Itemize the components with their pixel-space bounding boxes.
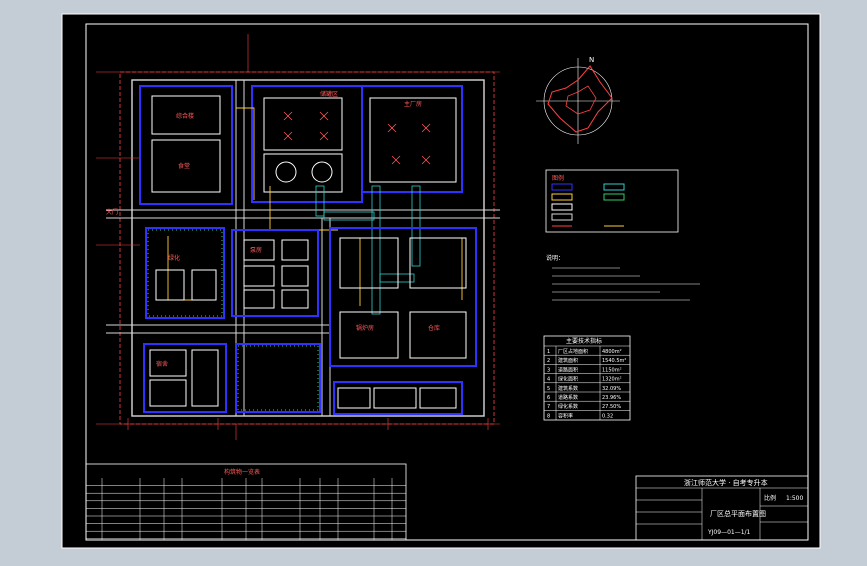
title-number: YJ09—01—1/1 — [707, 529, 751, 536]
label-store: 仓库 — [428, 324, 440, 332]
label-workshop: 主厂房 — [404, 100, 422, 108]
label-tank: 储罐区 — [320, 90, 338, 98]
tech-cell: 1320m² — [602, 377, 622, 383]
title-scale-value: 1:500 — [786, 495, 803, 502]
tech-cell: 32.09% — [602, 386, 621, 392]
tech-cell: 5 — [547, 386, 550, 392]
tech-cell: 2 — [547, 358, 550, 364]
tech-cell: 厂区占地面积 — [558, 348, 588, 355]
label-green: 绿化 — [168, 254, 180, 262]
tech-cell: 绿化系数 — [558, 403, 578, 410]
label-boiler: 锅炉房 — [356, 324, 374, 332]
title-scale-label: 比例 — [764, 494, 776, 502]
struct-table-title: 构筑物一览表 — [224, 468, 260, 476]
tech-cell: 8 — [547, 413, 550, 419]
tech-cell: 绿化面积 — [558, 376, 578, 383]
tech-cell: 1 — [547, 349, 550, 355]
tech-cell: 道路系数 — [558, 394, 578, 401]
tech-cell: 建筑系数 — [558, 385, 578, 392]
tech-cell: 道路面积 — [558, 366, 578, 373]
north-label: N — [589, 56, 594, 64]
tech-cell: 建筑面积 — [558, 357, 578, 364]
tech-cell: 6 — [547, 395, 550, 401]
tech-cell: 27.50% — [602, 404, 621, 410]
label-canteen: 食堂 — [178, 162, 190, 170]
title-org: 浙江师范大学 · 自考专升本 — [684, 478, 768, 487]
tech-cell: 容积率 — [558, 412, 573, 419]
label-pump: 泵房 — [250, 246, 262, 254]
tech-cell: 4800m² — [602, 349, 622, 355]
tech-cell: 7 — [547, 404, 550, 410]
tech-cell: 23.96% — [602, 395, 621, 401]
legend-title: 图例 — [552, 174, 564, 182]
label-gate: 大门 — [106, 208, 118, 216]
title-drawing: 厂区总平面布置图 — [710, 509, 766, 518]
tech-cell: 1540.5m² — [602, 358, 626, 364]
tech-cell: 4 — [547, 377, 550, 383]
site-plan-drawing: N 综合楼 食堂 储罐区 主厂房 绿化 泵房 锅炉房 仓库 宿舍 大门 图例 说… — [61, 13, 821, 549]
label-dorm: 宿舍 — [156, 360, 168, 368]
notes-title: 说明： — [546, 254, 564, 262]
tech-cell: 0.32 — [602, 413, 613, 419]
cad-viewport: N 综合楼 食堂 储罐区 主厂房 绿化 泵房 锅炉房 仓库 宿舍 大门 图例 说… — [0, 0, 867, 562]
tech-cell: 3 — [547, 367, 550, 373]
label-admin: 综合楼 — [176, 112, 194, 120]
tech-title: 主要技术指标 — [566, 337, 602, 345]
drawing-sheet — [62, 14, 820, 548]
tech-cell: 1150m² — [602, 367, 622, 373]
